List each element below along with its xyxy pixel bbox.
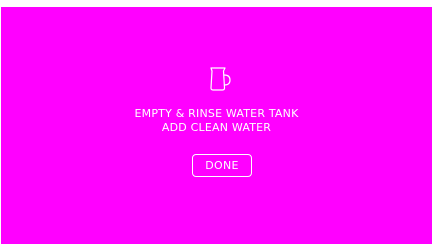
instruction-line-empty-rinse: EMPTY & RINSE WATER TANK [134,107,299,120]
instruction-message: EMPTY & RINSE WATER TANK ADD CLEAN WATER [1,107,432,135]
done-button[interactable]: DONE [192,154,252,177]
water-tank-prompt-screen: EMPTY & RINSE WATER TANK ADD CLEAN WATER… [1,7,432,244]
instruction-line-add-water: ADD CLEAN WATER [161,121,272,134]
water-pitcher-icon [206,66,236,92]
